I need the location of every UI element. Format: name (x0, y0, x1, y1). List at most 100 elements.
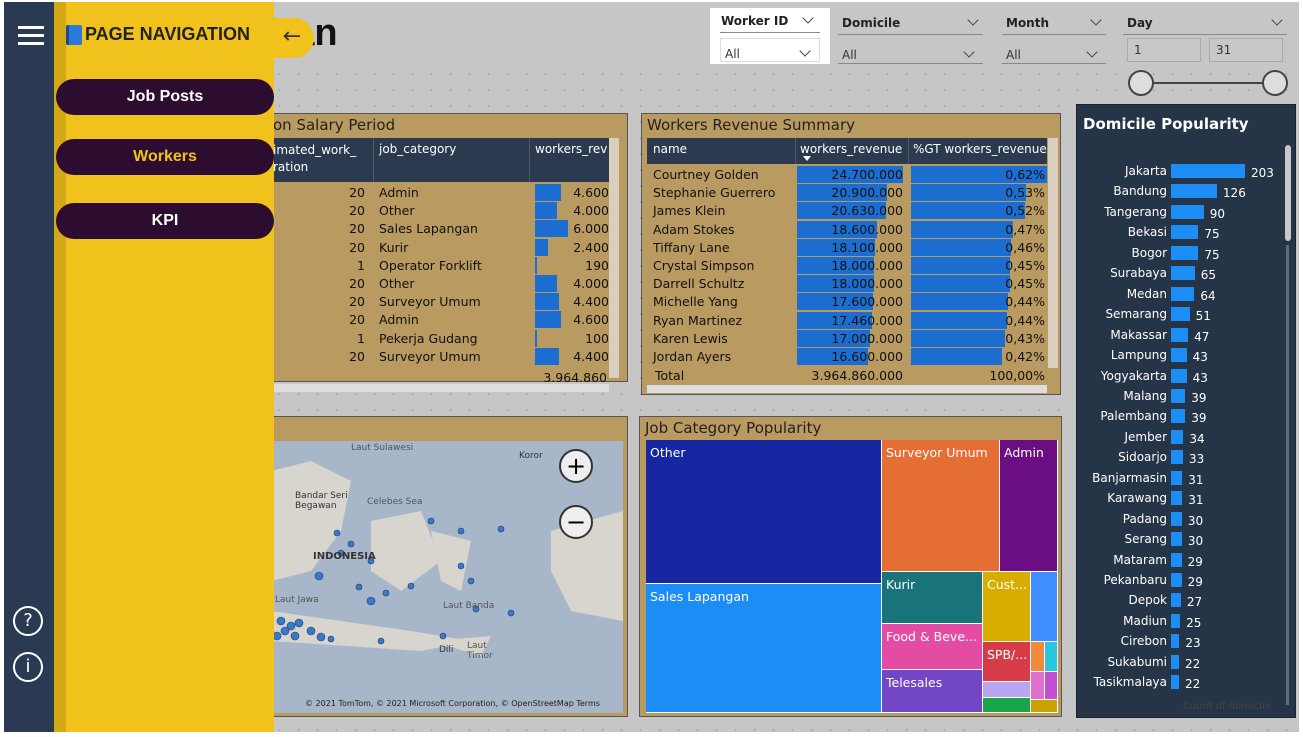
domicile-bar-row[interactable]: Bandung 126 (1077, 181, 1287, 201)
map-canvas[interactable]: Laut Sulawesi Koror Bandar Seri Begawan … (271, 441, 623, 713)
horizontal-scrollbar[interactable] (647, 385, 1047, 393)
chevron-down-icon[interactable] (802, 12, 814, 24)
domicile-bar-row[interactable]: Bekasi 75 (1077, 222, 1287, 242)
col-header-job-category[interactable]: job_category (379, 142, 456, 156)
day-range-end-handle[interactable] (1262, 70, 1288, 96)
domicile-bar-row[interactable]: Semarang 51 (1077, 304, 1287, 324)
treemap-cell-surveyor-umum[interactable]: Surveyor Umum (882, 440, 1000, 572)
chevron-down-icon[interactable] (799, 45, 811, 57)
treemap-cell[interactable] (1031, 642, 1045, 672)
treemap-cell-spb[interactable]: SPB/... (983, 642, 1031, 682)
treemap-cell[interactable] (1031, 672, 1045, 700)
domicile-bar-row[interactable]: Madiun 25 (1077, 611, 1287, 631)
domicile-bar[interactable] (1171, 225, 1199, 240)
month-slicer[interactable]: Month All (1002, 10, 1106, 66)
treemap-cell[interactable] (1045, 642, 1058, 672)
treemap-cell[interactable] (1045, 672, 1058, 700)
table-row[interactable]: Jordan Ayers 16.600.000 0,42% (647, 348, 1047, 366)
col-header-workers-revenue[interactable]: workers_revenue (800, 142, 902, 156)
domicile-bar-row[interactable]: Karawang 31 (1077, 488, 1287, 508)
table-row[interactable]: 1 Operator Forklift 190 (271, 256, 609, 275)
domicile-bar-row[interactable]: Mataram 29 (1077, 550, 1287, 570)
table-row[interactable]: Darrell Schultz 18.000.000 0,45% (647, 275, 1047, 293)
sort-desc-icon[interactable] (803, 156, 811, 161)
table-row[interactable]: 20 Sales Lapangan 6.000 (271, 220, 609, 238)
domicile-bar[interactable] (1171, 348, 1187, 363)
nav-job-posts-button[interactable]: Job Posts (56, 79, 274, 115)
chevron-down-icon[interactable] (967, 14, 979, 26)
domicile-bar[interactable] (1171, 307, 1190, 322)
domicile-bar[interactable] (1171, 573, 1182, 587)
table-row[interactable]: Adam Stokes 18.600.000 0,47% (647, 220, 1047, 239)
worker-id-slicer[interactable]: Worker ID All (710, 8, 830, 64)
treemap-cell[interactable] (983, 698, 1031, 713)
info-icon[interactable]: i (13, 652, 43, 682)
domicile-bar[interactable] (1171, 368, 1187, 383)
table-row[interactable]: Michelle Yang 17.600.000 0,44% (647, 293, 1047, 311)
vertical-scrollbar[interactable] (1285, 145, 1291, 241)
domicile-bar-row[interactable]: Cirebon 23 (1077, 631, 1287, 651)
domicile-bar[interactable] (1171, 266, 1195, 281)
chevron-down-icon[interactable] (1271, 14, 1283, 26)
domicile-bar[interactable] (1171, 593, 1181, 608)
help-icon[interactable]: ? (13, 606, 43, 636)
domicile-bar-row[interactable]: Medan 64 (1077, 284, 1287, 304)
table-row[interactable]: 20 Kurir 2.400 (271, 238, 609, 257)
chevron-down-icon[interactable] (1086, 46, 1098, 58)
treemap-cell-admin[interactable]: Admin (1000, 440, 1058, 572)
domicile-dropdown[interactable]: All (838, 40, 983, 64)
table-row[interactable]: 20 Admin 4.600 (271, 184, 609, 202)
day-range-start-handle[interactable] (1128, 70, 1154, 96)
zoom-in-button[interactable]: + (559, 449, 593, 483)
treemap-cell-food-beverage[interactable]: Food & Beve... (882, 624, 983, 670)
domicile-bar[interactable] (1171, 450, 1184, 465)
domicile-bar-row[interactable]: Makassar 47 (1077, 325, 1287, 345)
col-header-revenue[interactable]: workers_rev (535, 142, 607, 156)
treemap-cell[interactable] (1031, 700, 1058, 713)
domicile-bar-row[interactable]: Banjarmasin 31 (1077, 468, 1287, 488)
treemap-cell[interactable] (1031, 572, 1058, 642)
treemap-cell-sales-lapangan[interactable]: Sales Lapangan (646, 584, 882, 713)
table-row[interactable]: 20 Other 4.000 (271, 275, 609, 293)
domicile-bar[interactable] (1171, 675, 1180, 690)
domicile-bar[interactable] (1171, 204, 1204, 219)
domicile-bar-row[interactable]: Pekanbaru 29 (1077, 570, 1287, 590)
table-row[interactable]: Stephanie Guerrero 20.900.000 0,53% (647, 184, 1047, 202)
domicile-bar-row[interactable]: Jakarta 203 (1077, 161, 1287, 181)
table-row[interactable]: Tiffany Lane 18.100.000 0,46% (647, 238, 1047, 257)
treemap-cell-other[interactable]: Other (646, 440, 882, 584)
domicile-slicer[interactable]: Domicile All (838, 10, 983, 66)
domicile-bar[interactable] (1171, 491, 1183, 506)
domicile-bar-row[interactable]: Yogyakarta 43 (1077, 366, 1287, 386)
domicile-bar-row[interactable]: Bogor 75 (1077, 243, 1287, 263)
zoom-out-button[interactable]: − (559, 505, 593, 539)
chevron-down-icon[interactable] (1090, 14, 1102, 26)
horizontal-scrollbar[interactable] (271, 384, 609, 392)
domicile-bar[interactable] (1171, 286, 1195, 301)
domicile-bar[interactable] (1171, 409, 1186, 424)
domicile-bar-row[interactable]: Tasikmalaya 22 (1077, 672, 1287, 692)
domicile-bar[interactable] (1171, 184, 1217, 199)
domicile-bar-row[interactable]: Lampung 43 (1077, 345, 1287, 365)
table-row[interactable]: James Klein 20.630.000 0,52% (647, 202, 1047, 220)
domicile-bar[interactable] (1171, 552, 1182, 567)
treemap-cell-kurir[interactable]: Kurir (882, 572, 983, 624)
nav-workers-button[interactable]: Workers (56, 139, 274, 175)
domicile-bar[interactable] (1171, 634, 1180, 649)
domicile-bar-row[interactable]: Padang 30 (1077, 509, 1287, 529)
domicile-bar-row[interactable]: Depok 27 (1077, 590, 1287, 610)
domicile-bar-row[interactable]: Tangerang 90 (1077, 202, 1287, 222)
domicile-bar[interactable] (1171, 654, 1180, 669)
col-header-duration[interactable]: imated_work_ ration (273, 142, 369, 176)
domicile-bar-row[interactable]: Surabaya 65 (1077, 263, 1287, 283)
domicile-bar-row[interactable]: Jember 34 (1077, 427, 1287, 447)
domicile-bar[interactable] (1171, 388, 1186, 403)
domicile-bar[interactable] (1171, 511, 1182, 526)
table-row[interactable]: Ryan Martinez 17.460.000 0,44% (647, 311, 1047, 330)
month-dropdown[interactable]: All (1002, 40, 1106, 64)
table-row[interactable]: Karen Lewis 17.000.000 0,43% (647, 329, 1047, 348)
chevron-down-icon[interactable] (963, 46, 975, 58)
domicile-bar[interactable] (1171, 429, 1184, 444)
vertical-scrollbar[interactable] (1048, 138, 1058, 368)
domicile-bar-row[interactable]: Sidoarjo 33 (1077, 447, 1287, 467)
